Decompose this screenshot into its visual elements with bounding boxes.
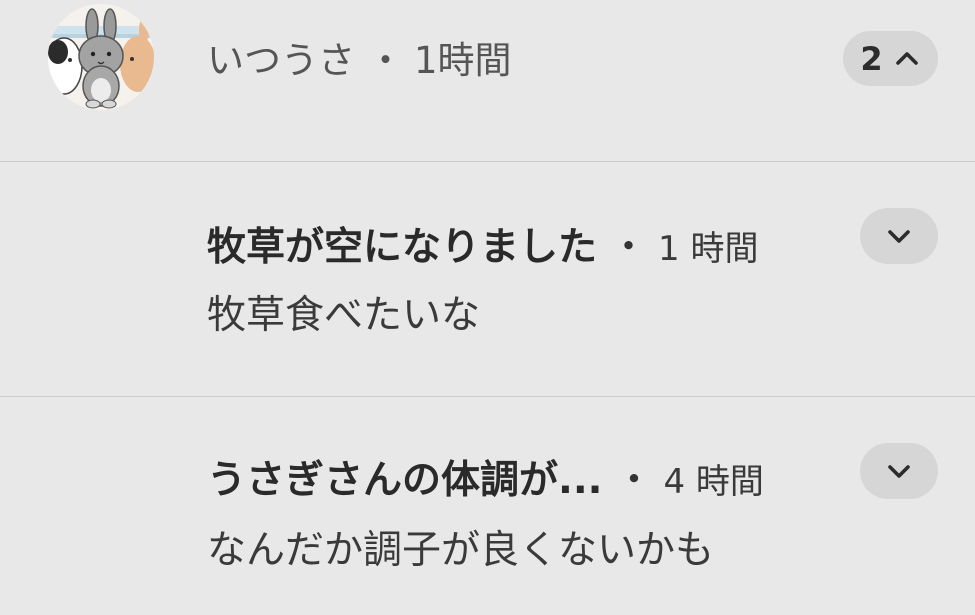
notification-title-line: 牧草が空になりました・ 1 時間 bbox=[207, 224, 758, 273]
notification-body: 牧草食べたいな bbox=[207, 293, 481, 338]
notification-title: 牧草が空になりました bbox=[207, 225, 598, 270]
separator-dot: ・ bbox=[367, 39, 404, 82]
expand-notification-button[interactable] bbox=[860, 443, 938, 499]
notification-time: 4 時間 bbox=[663, 462, 764, 502]
notification-title-line: うさぎさんの体調が... ・ 4 時間 bbox=[207, 457, 764, 506]
app-title-line: いつうさ・ 1時間 bbox=[207, 38, 512, 84]
notification-time: 1 時間 bbox=[658, 229, 759, 269]
chevron-down-icon bbox=[888, 230, 910, 243]
separator-dot: ・ bbox=[609, 225, 649, 270]
notification-title: うさぎさんの体調が... bbox=[207, 458, 603, 503]
expand-notification-button[interactable] bbox=[860, 208, 938, 264]
rabbit-avatar-icon bbox=[48, 4, 154, 110]
chevron-up-icon bbox=[895, 51, 918, 65]
notification-body: なんだか調子が良くないかも bbox=[207, 528, 715, 573]
notification-count: 2 bbox=[860, 39, 883, 78]
separator-dot: ・ bbox=[614, 458, 654, 503]
collapse-group-button[interactable]: 2 bbox=[843, 31, 938, 86]
notification-item[interactable]: うさぎさんの体調が... ・ 4 時間 なんだか調子が良くないかも bbox=[0, 397, 975, 615]
notification-group-header[interactable]: いつうさ・ 1時間 2 bbox=[0, 0, 975, 161]
app-name: いつうさ bbox=[207, 39, 355, 82]
group-time: 1時間 bbox=[414, 39, 512, 82]
chevron-down-icon bbox=[888, 465, 910, 478]
notification-item[interactable]: 牧草が空になりました・ 1 時間 牧草食べたいな bbox=[0, 162, 975, 396]
